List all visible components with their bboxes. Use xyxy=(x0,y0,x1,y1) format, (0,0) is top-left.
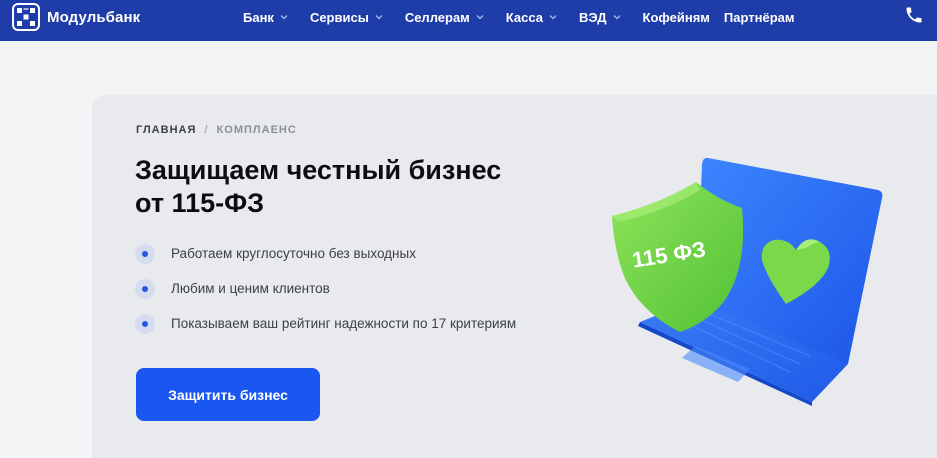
page-title-line-2: от 115-ФЗ xyxy=(135,188,265,218)
chevron-down-icon xyxy=(375,15,383,20)
breadcrumb-separator: / xyxy=(204,124,209,136)
nav-item-label: Банк xyxy=(243,9,274,25)
feature-text: Показываем ваш рейтинг надежности по 17 … xyxy=(171,316,517,331)
main-nav: Банк Сервисы Селлерам Касса ВЭД Кофейням… xyxy=(243,0,809,34)
nav-item-bank[interactable]: Банк xyxy=(243,10,288,25)
logo[interactable]: Модульбанк xyxy=(12,3,140,31)
nav-item-services[interactable]: Сервисы xyxy=(310,10,383,25)
page-title: Защищаем честный бизнес от 115-ФЗ xyxy=(135,154,555,220)
breadcrumb: ГЛАВНАЯ / КОМПЛАЕНС xyxy=(136,124,297,136)
protect-business-button[interactable]: Защитить бизнес xyxy=(136,368,320,421)
chevron-down-icon xyxy=(613,15,621,20)
nav-item-label: Кофейням xyxy=(642,9,710,25)
breadcrumb-current: КОМПЛАЕНС xyxy=(216,124,297,136)
list-item: Любим и ценим клиентов xyxy=(135,271,516,306)
chevron-down-icon xyxy=(280,15,288,20)
page-title-line-1: Защищаем честный бизнес xyxy=(135,155,502,185)
nav-item-partners[interactable]: Партнёрам xyxy=(724,10,795,25)
bullet-icon xyxy=(135,243,155,264)
chevron-down-icon xyxy=(549,15,557,20)
logo-text: Модульбанк xyxy=(47,8,141,26)
bullet-icon xyxy=(135,278,155,299)
logo-mark-icon xyxy=(12,3,40,31)
list-item: Показываем ваш рейтинг надежности по 17 … xyxy=(135,306,516,341)
list-item: Работаем круглосуточно без выходных xyxy=(135,236,516,271)
top-navigation-bar: Модульбанк Банк Сервисы Селлерам Касса В… xyxy=(0,0,937,41)
nav-item-coffee-shops[interactable]: Кофейням xyxy=(643,10,710,25)
nav-item-ved[interactable]: ВЭД xyxy=(579,10,621,25)
feature-text: Работаем круглосуточно без выходных xyxy=(171,246,416,261)
nav-item-sellers[interactable]: Селлерам xyxy=(405,10,484,25)
nav-item-label: Сервисы xyxy=(309,9,369,25)
laptop-shield-illustration: 115 ФЗ xyxy=(612,157,883,406)
nav-item-label: Селлерам xyxy=(404,9,470,25)
phone-icon[interactable] xyxy=(904,5,924,25)
nav-item-label: Касса xyxy=(505,9,543,25)
nav-item-label: Партнёрам xyxy=(723,9,795,25)
bullet-icon xyxy=(135,313,155,334)
nav-item-kassa[interactable]: Касса xyxy=(506,10,557,25)
nav-item-label: ВЭД xyxy=(578,9,607,25)
breadcrumb-home-link[interactable]: ГЛАВНАЯ xyxy=(136,124,196,136)
chevron-down-icon xyxy=(476,15,484,20)
feature-list: Работаем круглосуточно без выходных Люби… xyxy=(135,236,516,341)
feature-text: Любим и ценим клиентов xyxy=(171,281,330,296)
